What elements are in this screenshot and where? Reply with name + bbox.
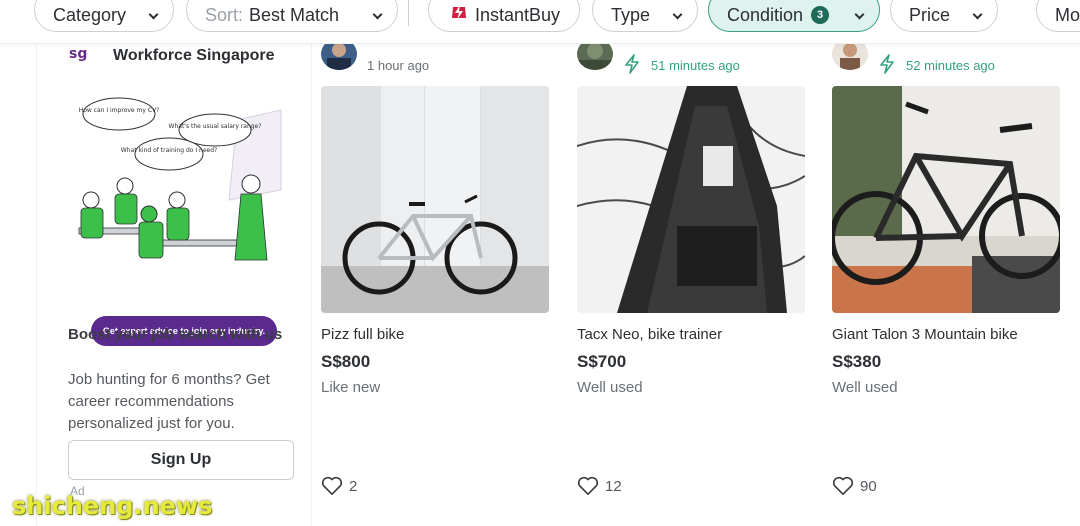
listing-card[interactable]: 1 hour ago Pizz full bike S$800 Like new <box>321 32 553 526</box>
ad-body-text: Job hunting for 6 months? Get career rec… <box>68 371 270 432</box>
listing-price: S$380 <box>832 352 882 371</box>
sponsored-ad[interactable]: sg Workforce Singapore How can I improve… <box>36 44 312 526</box>
listing-title[interactable]: Pizz full bike <box>321 326 404 343</box>
sign-up-button[interactable]: Sign Up <box>68 440 294 480</box>
heart-icon <box>832 476 854 495</box>
speech-bubble-2: What kind of training do I need? <box>121 147 217 154</box>
condition-filter[interactable]: Condition 3 <box>708 0 880 32</box>
listing-condition: Well used <box>832 379 898 396</box>
category-filter-label: Category <box>53 4 127 25</box>
like-button[interactable]: 12 <box>577 476 622 496</box>
listing-title[interactable]: Tacx Neo, bike trainer <box>577 326 722 343</box>
like-count: 12 <box>605 477 622 495</box>
listing-condition: Like new <box>321 379 381 396</box>
listing-price: S$700 <box>577 352 627 371</box>
speech-bubble-1: How can I improve my CV? <box>79 107 160 114</box>
more-filters-label: Mo <box>1055 4 1080 25</box>
marketplace-page: Category Sort: Best Match InstantBuy Typ… <box>0 0 1080 526</box>
listing-title[interactable]: Giant Talon 3 Mountain bike <box>832 326 1018 343</box>
filter-bar: Category Sort: Best Match InstantBuy Typ… <box>0 0 1080 44</box>
like-button[interactable]: 2 <box>321 476 357 496</box>
condition-filter-label: Condition <box>727 4 804 25</box>
sort-prefix: Sort: <box>205 4 244 25</box>
watermark: shicheng.news <box>12 492 213 520</box>
listing-photo[interactable] <box>577 86 805 313</box>
lightning-icon <box>625 54 639 74</box>
sort-value: Best Match <box>249 4 340 25</box>
price-filter[interactable]: Price <box>890 0 998 32</box>
ad-headline: Boost your job search with us <box>68 326 283 343</box>
condition-count-badge: 3 <box>811 6 830 24</box>
type-filter[interactable]: Type <box>592 0 698 32</box>
wsg-logo: sg <box>69 46 88 62</box>
chevron-down-icon <box>672 9 683 20</box>
like-count: 90 <box>860 477 877 495</box>
filter-divider <box>408 0 409 26</box>
like-button[interactable]: 90 <box>832 476 877 496</box>
category-filter[interactable]: Category <box>34 0 174 32</box>
heart-icon <box>577 476 599 495</box>
listing-photo[interactable] <box>832 86 1060 313</box>
listing-time: 1 hour ago <box>367 58 430 73</box>
ad-banner-image[interactable]: How can I improve my CV? What kind of tr… <box>69 90 291 346</box>
speech-bubble-3: What's the usual salary range? <box>169 123 262 130</box>
ad-illustration: How can I improve my CV? What kind of tr… <box>69 90 291 310</box>
listing-card[interactable]: 52 minutes ago Giant Talon 3 Mountain bi… <box>832 32 1064 526</box>
price-filter-label: Price <box>909 4 951 25</box>
sort-filter[interactable]: Sort: Best Match <box>186 0 398 32</box>
listing-card[interactable]: 51 minutes ago Tacx Neo, bike trainer S$… <box>577 32 809 526</box>
listing-condition: Well used <box>577 379 643 396</box>
listing-time: 52 minutes ago <box>906 58 995 73</box>
lightning-icon <box>880 54 894 74</box>
chevron-down-icon <box>148 9 159 20</box>
more-filters[interactable]: Mo <box>1036 0 1080 32</box>
chevron-down-icon <box>854 9 865 20</box>
ad-brand-name: Workforce Singapore <box>113 47 275 64</box>
listing-time: 51 minutes ago <box>651 58 740 73</box>
heart-icon <box>321 476 343 495</box>
seller-info[interactable]: 51 minutes ago <box>577 32 809 76</box>
listing-photo[interactable] <box>321 86 549 313</box>
chevron-down-icon <box>372 9 383 20</box>
listing-price: S$800 <box>321 352 371 371</box>
seller-info[interactable]: 52 minutes ago <box>832 32 1064 76</box>
seller-info[interactable]: 1 hour ago <box>321 32 553 76</box>
ad-header: sg Workforce Singapore <box>69 44 275 68</box>
instantbuy-filter[interactable]: InstantBuy <box>428 0 580 32</box>
instantbuy-icon <box>452 5 466 20</box>
type-filter-label: Type <box>611 4 651 25</box>
chevron-down-icon <box>972 9 983 20</box>
like-count: 2 <box>349 477 358 495</box>
